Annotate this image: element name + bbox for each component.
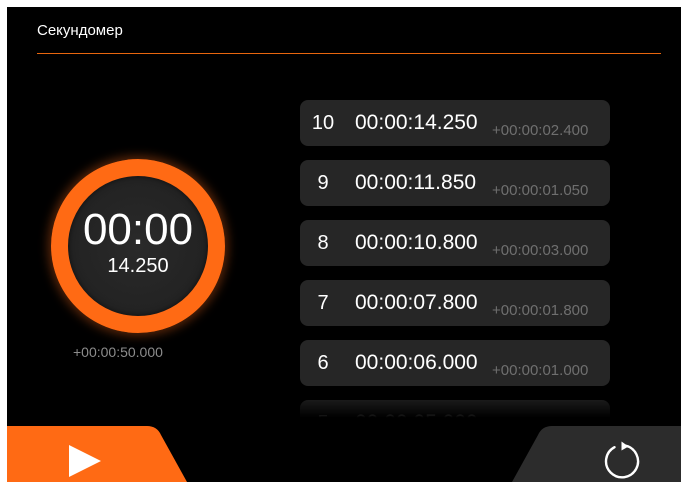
lap-time: 00:00:11.850 bbox=[355, 171, 477, 194]
lap-time: 00:00:10.800 bbox=[355, 231, 478, 254]
reset-button[interactable] bbox=[512, 426, 681, 482]
play-button[interactable] bbox=[7, 426, 187, 482]
lap-delta: +00:00:03.000 bbox=[492, 242, 589, 259]
lap-item[interactable]: 7 00:00:07.800 +00:00:01.800 bbox=[300, 280, 610, 326]
lap-delta: +00:00:01.800 bbox=[492, 302, 589, 319]
lap-time: 00:00:07.800 bbox=[355, 291, 478, 314]
lap-item[interactable]: 5 00:00:05.000 bbox=[300, 400, 610, 422]
lap-time: 00:00:06.000 bbox=[355, 351, 478, 374]
lap-item[interactable]: 8 00:00:10.800 +00:00:03.000 bbox=[300, 220, 610, 266]
lap-delta: +00:00:01.050 bbox=[492, 182, 589, 199]
total-offset: +00:00:50.000 bbox=[73, 344, 163, 360]
lap-list[interactable]: 10 00:00:14.250 +00:00:02.400 9 00:00:11… bbox=[300, 100, 612, 422]
reset-icon bbox=[604, 441, 640, 479]
stopwatch-sub-time: 14.250 bbox=[107, 255, 169, 277]
lap-number: 9 bbox=[317, 172, 329, 194]
lap-delta: +00:00:01.000 bbox=[492, 362, 589, 379]
stopwatch-screen: Секундомер 00:00 14.250 +00:00:50.000 10… bbox=[7, 7, 681, 482]
lap-item[interactable]: 10 00:00:14.250 +00:00:02.400 bbox=[300, 100, 610, 146]
lap-number: 7 bbox=[317, 292, 329, 314]
lap-delta: +00:00:02.400 bbox=[492, 122, 589, 139]
lap-time: 00:00:05.000 bbox=[355, 411, 478, 422]
lap-time: 00:00:14.250 bbox=[355, 111, 478, 134]
page-title: Секундомер bbox=[37, 22, 123, 39]
lap-number: 6 bbox=[317, 352, 329, 374]
reset-button-shape bbox=[512, 426, 681, 482]
stopwatch-dial: 00:00 14.250 bbox=[51, 159, 225, 333]
lap-item[interactable]: 9 00:00:11.850 +00:00:01.050 bbox=[300, 160, 610, 206]
lap-number: 5 bbox=[300, 412, 346, 422]
stopwatch-main-time: 00:00 bbox=[82, 205, 194, 254]
lap-number: 10 bbox=[311, 112, 335, 134]
lap-item[interactable]: 6 00:00:06.000 +00:00:01.000 bbox=[300, 340, 610, 386]
play-icon bbox=[69, 445, 101, 477]
header: Секундомер bbox=[37, 7, 661, 54]
lap-number: 8 bbox=[317, 232, 329, 254]
